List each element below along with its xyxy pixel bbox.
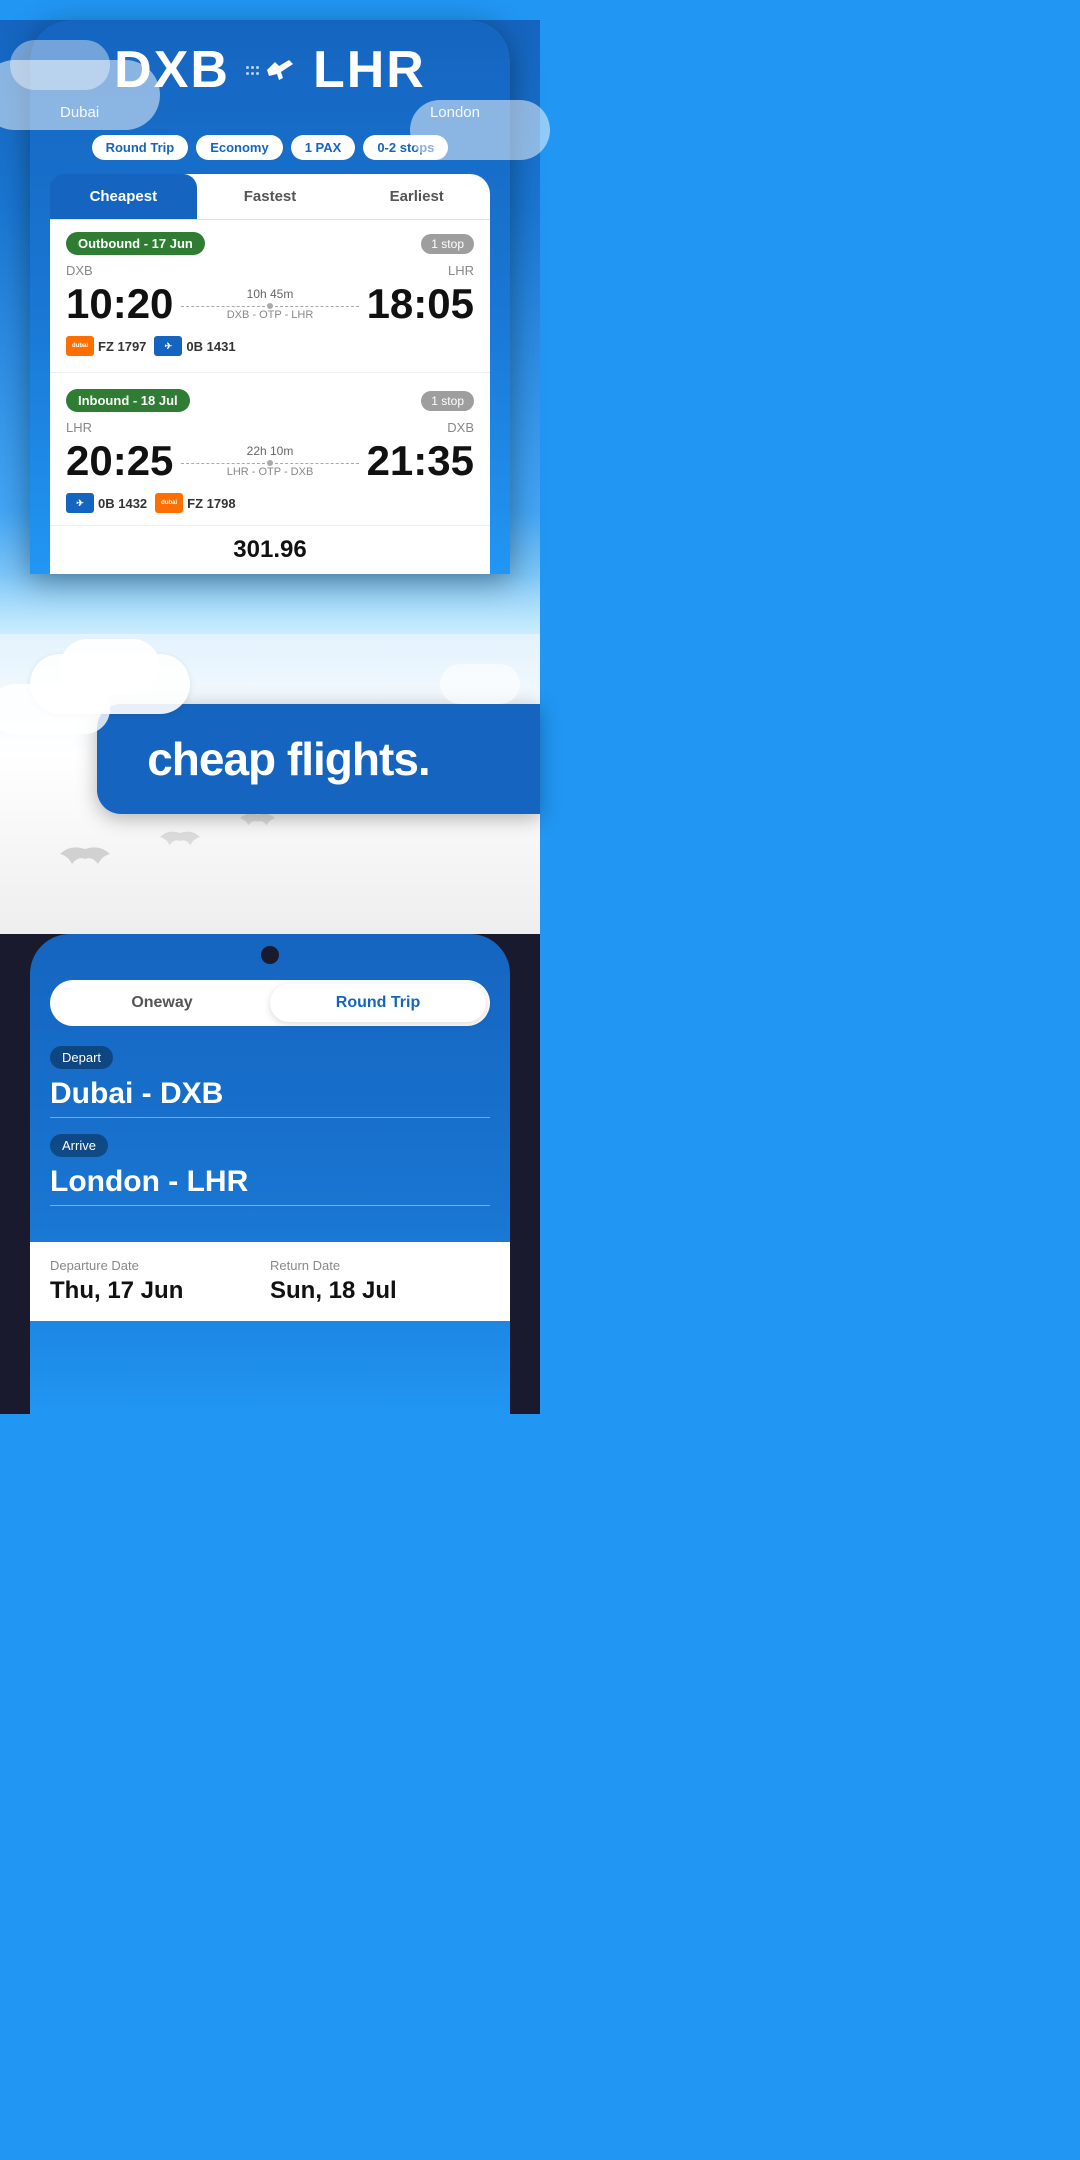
trip-toggle[interactable]: Oneway Round Trip (50, 980, 490, 1026)
dates-section: Departure Date Thu, 17 Jun Return Date S… (30, 1242, 510, 1321)
banner-text: cheap flights. (147, 733, 429, 785)
top-section: DXB LHR Dubai London Round Tri (0, 20, 540, 634)
outbound-badge: Outbound - 17 Jun (66, 232, 205, 255)
cabin-pill[interactable]: Economy (196, 135, 283, 160)
outbound-airline1: dubai FZ 1797 (66, 336, 146, 356)
search-form: Depart Dubai - DXB Arrive London - LHR (30, 1026, 510, 1242)
inbound-stops: 1 stop (421, 391, 474, 411)
depart-label: Depart (50, 1046, 113, 1069)
inbound-airline1-logo: ✈ (66, 493, 94, 513)
phone-notch (30, 934, 510, 964)
outbound-dest: LHR (448, 263, 474, 278)
arrive-label: Arrive (50, 1134, 108, 1157)
inbound-section: Inbound - 18 Jul 1 stop LHR DXB 20:25 22… (50, 377, 490, 525)
depart-value[interactable]: Dubai - DXB (50, 1077, 490, 1111)
outbound-airlines: dubai FZ 1797 ✈ 0B 1431 (66, 336, 474, 356)
toggle-oneway[interactable]: Oneway (54, 984, 270, 1022)
outbound-duration: 10h 45m DXB - OTP - LHR (173, 287, 366, 321)
notch (261, 946, 279, 964)
departure-date-label: Departure Date (50, 1258, 270, 1273)
inbound-arrive: 21:35 (367, 437, 474, 485)
trip-type-pill[interactable]: Round Trip (92, 135, 189, 160)
return-date-col[interactable]: Return Date Sun, 18 Jul (270, 1258, 490, 1305)
departure-date-col[interactable]: Departure Date Thu, 17 Jun (50, 1258, 270, 1305)
dest-code: LHR (313, 40, 426, 100)
return-date-value: Sun, 18 Jul (270, 1277, 490, 1305)
cheap-flights-banner: cheap flights. (97, 704, 540, 814)
results-card: Cheapest Fastest Earliest Outbound - 17 … (50, 174, 490, 574)
bottom-phone: Oneway Round Trip Depart Dubai - DXB Arr… (30, 934, 510, 1414)
outbound-arrive: 18:05 (367, 280, 474, 328)
outbound-section: Outbound - 17 Jun 1 stop DXB LHR 10:20 1… (50, 220, 490, 368)
outbound-airline2: ✈ 0B 1431 (154, 336, 235, 356)
departure-date-value: Thu, 17 Jun (50, 1277, 270, 1305)
inbound-origin: LHR (66, 420, 92, 435)
flight-direction-icon (246, 56, 297, 84)
sort-tabs: Cheapest Fastest Earliest (50, 174, 490, 220)
bottom-section: Oneway Round Trip Depart Dubai - DXB Arr… (0, 934, 540, 1414)
inbound-airline2: dubai FZ 1798 (155, 493, 235, 513)
inbound-depart: 20:25 (66, 437, 173, 485)
outbound-airline1-logo: dubai (66, 336, 94, 356)
inbound-dest: DXB (447, 420, 474, 435)
price-preview: 301.96 (50, 525, 490, 574)
inbound-airline2-logo: dubai (155, 493, 183, 513)
outbound-stops: 1 stop (421, 234, 474, 254)
return-date-label: Return Date (270, 1258, 490, 1273)
inbound-airlines: ✈ 0B 1432 dubai FZ 1798 (66, 493, 474, 513)
inbound-badge: Inbound - 18 Jul (66, 389, 190, 412)
inbound-duration: 22h 10m LHR - OTP - DXB (173, 444, 366, 478)
inbound-airline1: ✈ 0B 1432 (66, 493, 147, 513)
toggle-roundtrip[interactable]: Round Trip (270, 984, 486, 1022)
outbound-origin: DXB (66, 263, 93, 278)
outbound-depart: 10:20 (66, 280, 173, 328)
tab-cheapest[interactable]: Cheapest (50, 174, 197, 219)
arrive-value[interactable]: London - LHR (50, 1165, 490, 1199)
tab-fastest[interactable]: Fastest (197, 174, 344, 219)
middle-section: cheap flights. (0, 634, 540, 934)
tab-earliest[interactable]: Earliest (343, 174, 490, 219)
pax-pill[interactable]: 1 PAX (291, 135, 356, 160)
outbound-airline2-logo: ✈ (154, 336, 182, 356)
